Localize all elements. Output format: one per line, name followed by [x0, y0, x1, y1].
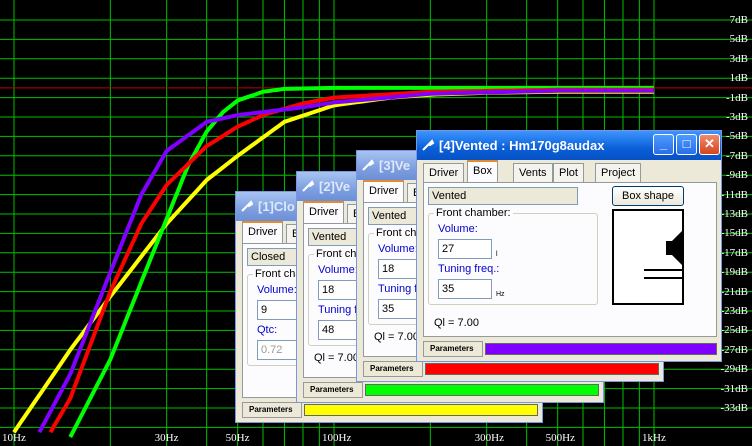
window-4-volume-unit: l: [496, 251, 498, 258]
window-4-tab-box[interactable]: Box: [467, 160, 498, 182]
y-tick-label: -29dB: [720, 363, 749, 376]
window-4-panel: Vented Box shape Front chamber: Volume: …: [423, 182, 717, 337]
x-tick-label: 30Hz: [154, 432, 179, 444]
window-3-volume-label: Volume:: [378, 243, 418, 255]
box-diagram: [612, 209, 684, 305]
window-4-vented-box[interactable]: [4]Vented : Hm170g8audax _ □ ✕ Driver Bo…: [416, 130, 722, 362]
window-2-group-label: Front ch: [314, 248, 359, 260]
speaker-wrench-icon: [241, 200, 254, 212]
window-3-tab-driver[interactable]: Driver: [363, 180, 405, 202]
window-4-tab-driver[interactable]: Driver: [423, 163, 465, 182]
x-tick-label: 500Hz: [545, 432, 575, 444]
window-4-tuning-input[interactable]: 35: [438, 279, 492, 299]
x-tick-label: 50Hz: [225, 432, 250, 444]
x-tick-label: 300Hz: [474, 432, 504, 444]
window-1-parameters-button[interactable]: Parameters: [242, 402, 302, 418]
window-2-color-bar: [365, 384, 599, 396]
x-tick-label: 10Hz: [2, 432, 26, 444]
window-1-volume-label: Volume:: [257, 284, 297, 296]
speaker-wrench-icon: [362, 159, 375, 171]
y-tick-label: 1dB: [729, 72, 748, 85]
y-tick-label: -33dB: [720, 402, 749, 414]
y-tick-label: -3dB: [726, 111, 748, 123]
close-button[interactable]: ✕: [699, 134, 720, 155]
window-2-parameters-button[interactable]: Parameters: [303, 382, 363, 398]
speaker-box-icon: [644, 231, 682, 279]
window-1-tab-driver[interactable]: Driver: [242, 221, 284, 243]
window-4-tab-project[interactable]: Project: [595, 163, 642, 182]
window-3-group-label: Front ch: [374, 227, 419, 239]
y-tick-label: 7dB: [729, 14, 748, 26]
window-1-title: [1]Clo: [258, 199, 295, 214]
window-4-titlebar[interactable]: [4]Vented : Hm170g8audax _ □ ✕: [417, 131, 721, 160]
speaker-wrench-icon: [422, 139, 435, 151]
window-1-qtc-label: Qtc:: [257, 324, 278, 336]
x-tick-label: 100Hz: [322, 432, 352, 444]
window-4-color-bar: [485, 343, 717, 355]
window-3-title: [3]Ve: [379, 158, 411, 173]
x-tick-label: 1kHz: [642, 432, 666, 444]
window-2-volume-label: Volume:: [318, 264, 358, 276]
window-3-color-bar: [425, 363, 659, 375]
window-4-volume-label: Volume:: [438, 223, 478, 235]
window-4-tab-plot[interactable]: Plot: [553, 163, 584, 182]
window-2-tab-driver[interactable]: Driver: [303, 201, 345, 223]
y-tick-label: -31dB: [720, 382, 749, 395]
window-3-parameters-button[interactable]: Parameters: [363, 361, 423, 377]
y-tick-label: 3dB: [729, 52, 748, 65]
window-4-ql-text: Ql = 7.00: [434, 317, 479, 329]
y-tick-label: -1dB: [726, 91, 748, 104]
window-4-enclosure-select[interactable]: Vented: [428, 187, 578, 205]
window-4-parameters-button[interactable]: Parameters: [423, 341, 483, 357]
window-4-tuning-label: Tuning freq.:: [438, 263, 500, 275]
box-shape-button[interactable]: Box shape: [612, 186, 684, 206]
window-2-tuning-label: Tuning fr: [318, 304, 362, 316]
window-4-group-label: Front chamber:: [434, 207, 513, 219]
window-1-color-bar: [304, 404, 538, 416]
window-4-tab-vents[interactable]: Vents: [513, 163, 553, 182]
maximize-button[interactable]: □: [676, 134, 697, 155]
speaker-wrench-icon: [302, 180, 315, 192]
window-4-tuning-unit: Hz: [496, 291, 505, 298]
window-2-ql-text: Ql = 7.00: [314, 352, 359, 364]
window-2-title: [2]Ve: [319, 179, 351, 194]
window-3-ql-text: Ql = 7.00: [374, 331, 419, 343]
window-4-volume-input[interactable]: 27: [438, 239, 492, 259]
window-3-tuning-label: Tuning fr: [378, 283, 422, 295]
minimize-button[interactable]: _: [653, 134, 674, 155]
y-tick-label: 5dB: [729, 33, 748, 46]
window-4-title: [4]Vented : Hm170g8audax: [439, 138, 605, 153]
